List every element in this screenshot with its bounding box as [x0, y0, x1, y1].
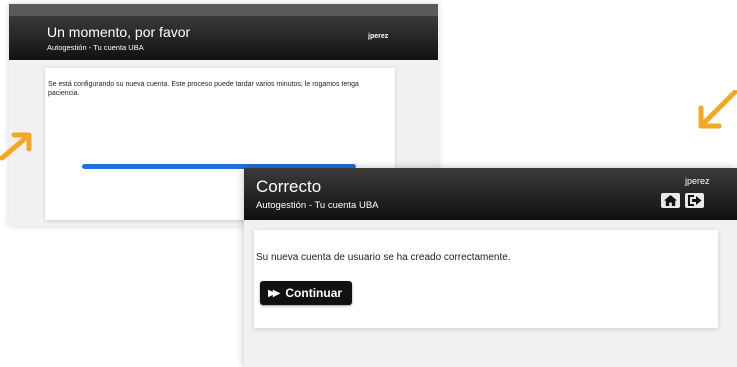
arrow-down-left-icon: [698, 90, 737, 129]
header-bar: Un momento, por favor Autogestión - Tu c…: [9, 16, 438, 60]
page-title: Un momento, por favor: [47, 24, 191, 40]
home-icon: [664, 195, 677, 206]
fast-forward-icon: ▶▶: [268, 287, 281, 299]
arrow-right-icon: [0, 132, 32, 161]
page-subtitle: Autogestión - Tu cuenta UBA: [256, 200, 379, 211]
page-title: Correcto: [256, 177, 322, 196]
header-bar: Correcto Autogestión - Tu cuenta UBA jpe…: [244, 168, 737, 220]
home-button[interactable]: [661, 193, 680, 208]
browser-top-strip: [9, 4, 438, 16]
content-card: Su nueva cuenta de usuario se ha creado …: [254, 230, 718, 328]
username-label: jperez: [368, 33, 389, 40]
logout-button[interactable]: [685, 193, 704, 208]
continue-label: Continuar: [285, 286, 343, 300]
page-subtitle: Autogestión - Tu cuenta UBA: [47, 43, 144, 52]
logout-icon: [687, 195, 701, 206]
status-message: Se está configurando su nueva cuenta. Es…: [48, 81, 359, 97]
username-label: jperez: [685, 176, 710, 186]
success-screen: Correcto Autogestión - Tu cuenta UBA jpe…: [244, 168, 737, 367]
continue-button[interactable]: ▶▶ Continuar: [260, 281, 352, 305]
success-message: Su nueva cuenta de usuario se ha creado …: [256, 252, 511, 263]
